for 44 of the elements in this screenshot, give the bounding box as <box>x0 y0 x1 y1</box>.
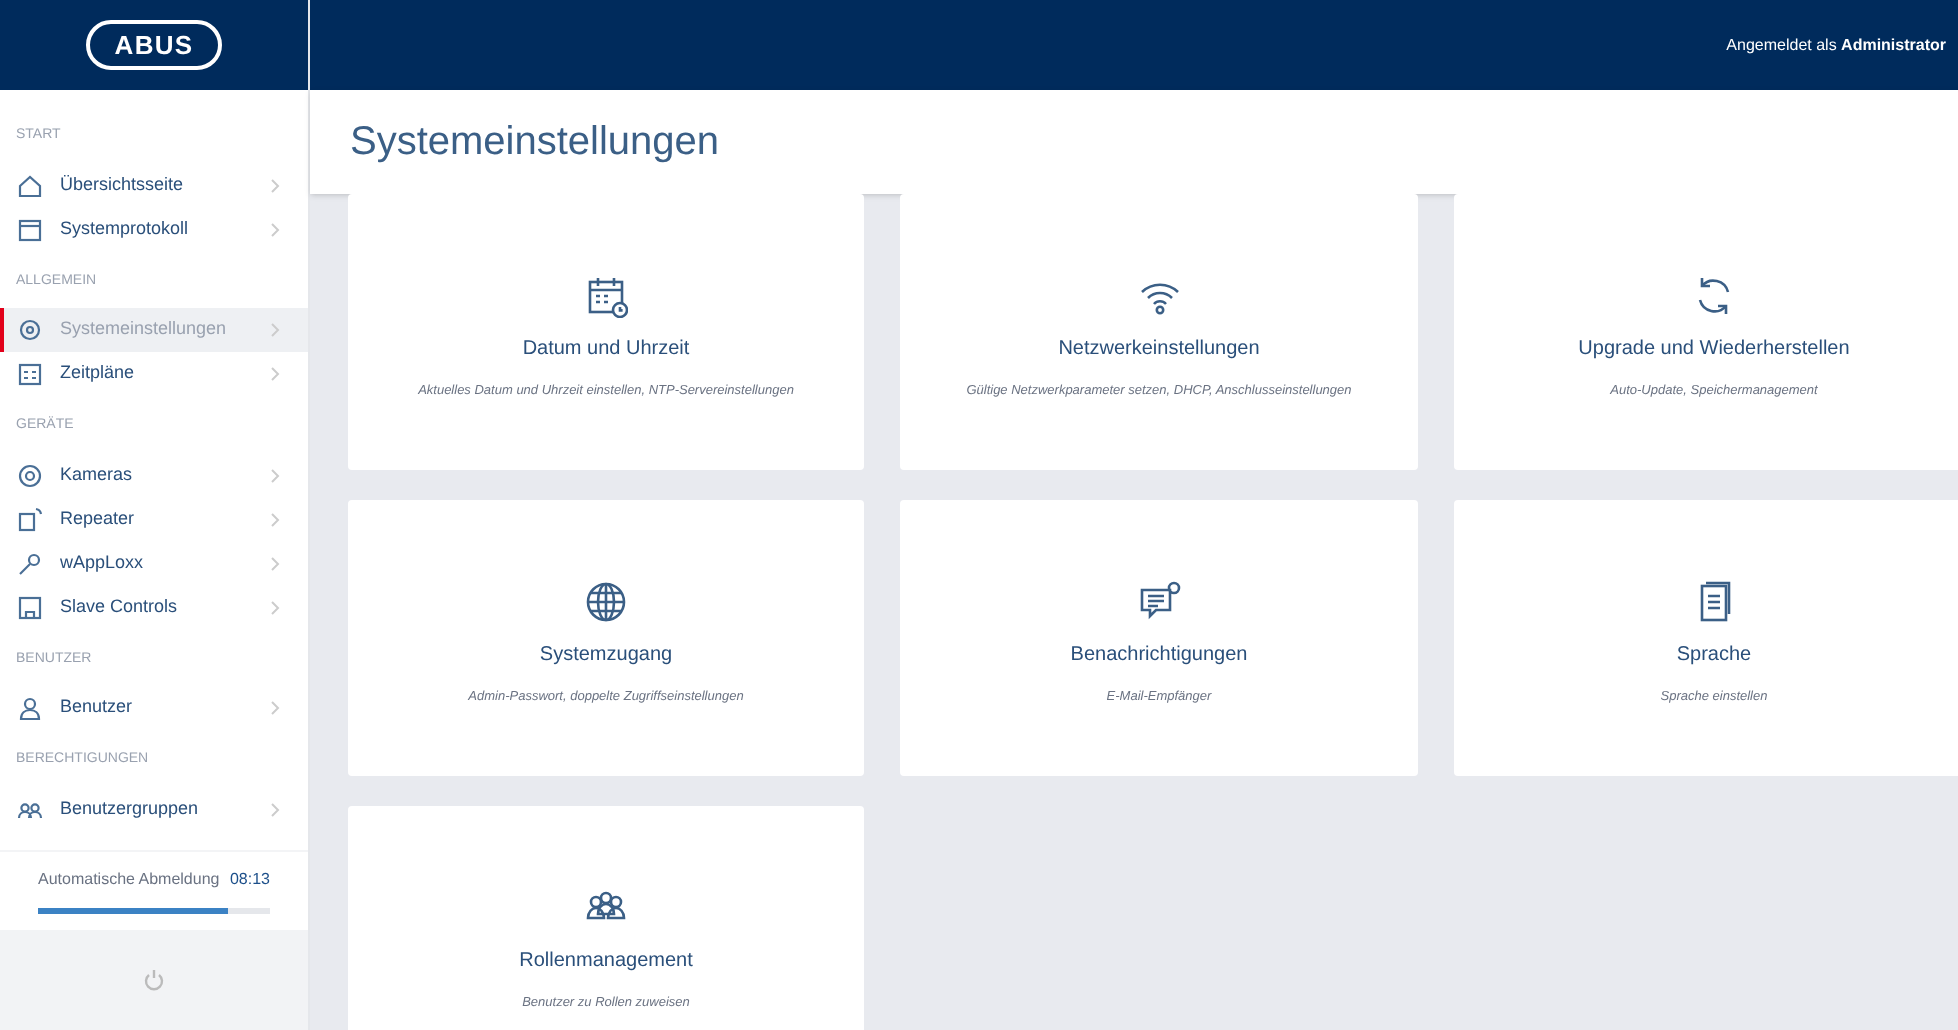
chevron-icon <box>270 599 280 615</box>
card-title: Upgrade und Wiederherstellen <box>1578 336 1850 364</box>
sidebar-item[interactable]: Benutzer <box>0 686 308 730</box>
chevron-icon <box>270 467 280 483</box>
login-status: Angemeldet als Administrator <box>1726 33 1946 57</box>
sidebar-item[interactable]: Kameras <box>0 453 308 497</box>
nav-icon <box>16 593 44 621</box>
nav-icon <box>16 171 44 199</box>
nav-icon <box>16 316 44 344</box>
auto-logout-timer: 08:13 <box>229 868 270 892</box>
nav-icon <box>16 505 44 533</box>
chevron-icon <box>270 700 280 716</box>
sidebar-item[interactable]: Systemprotokoll <box>0 207 308 251</box>
nav-icon <box>16 461 44 489</box>
card-icon <box>584 580 628 624</box>
chevron-icon <box>270 177 280 193</box>
card-title: Systemzugang <box>539 642 673 670</box>
card-title: Benachrichtigungen <box>1070 642 1248 670</box>
nav-icon <box>16 360 44 388</box>
nav-icon <box>16 694 44 722</box>
card-title: Datum und Uhrzeit <box>522 336 690 364</box>
chevron-icon <box>270 555 280 571</box>
sidebar-item[interactable]: Übersichtsseite <box>0 163 308 207</box>
sidebar-item[interactable]: Benutzergruppen <box>0 787 308 831</box>
chevron-icon <box>270 366 280 382</box>
nav-icon <box>16 215 44 243</box>
power-icon[interactable] <box>142 968 166 992</box>
nav-icon <box>16 549 44 577</box>
card-title: Rollenmanagement <box>519 948 693 976</box>
chevron-icon <box>270 511 280 527</box>
page-title: Systemeinstellungen <box>350 118 720 168</box>
card-icon <box>584 274 628 318</box>
card-title: Sprache <box>1676 642 1752 670</box>
auto-logout-label: Automatische Abmeldung <box>38 868 220 892</box>
sidebar-item[interactable]: wAppLoxx <box>0 541 308 585</box>
card-title: Netzwerkeinstellungen <box>1058 336 1260 364</box>
chevron-icon <box>270 801 280 817</box>
chevron-icon <box>270 322 280 338</box>
brand-logo: ABUS <box>86 19 222 71</box>
sidebar-item[interactable]: Slave Controls <box>0 585 308 629</box>
chevron-icon <box>270 221 280 237</box>
sidebar-item[interactable]: Repeater <box>0 497 308 541</box>
card-icon <box>1137 580 1181 624</box>
sidebar-item[interactable]: Zeitpläne <box>0 352 308 396</box>
